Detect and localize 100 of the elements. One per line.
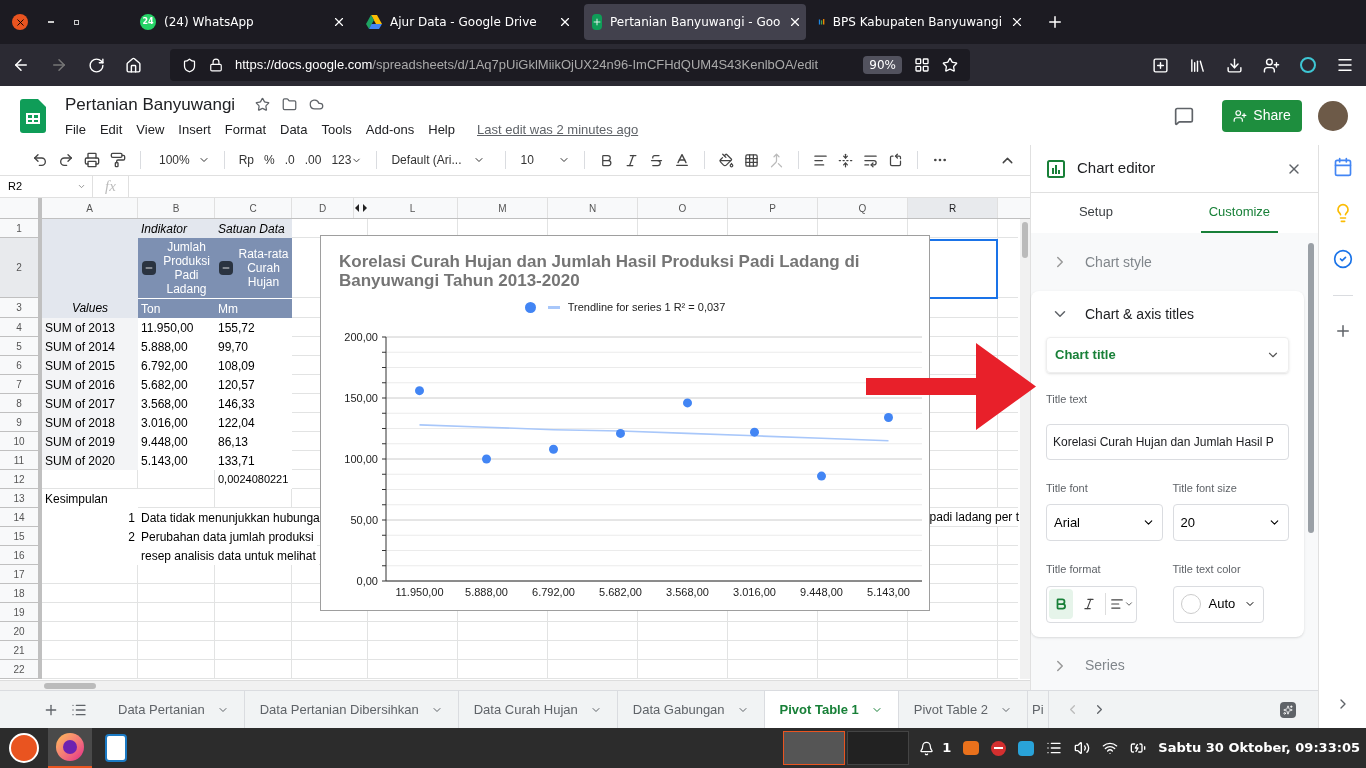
table-cell[interactable]: 99,70 <box>215 337 292 356</box>
download-icon[interactable] <box>1226 56 1243 74</box>
table-cell[interactable]: 5.682,00 <box>138 375 215 394</box>
star-icon[interactable] <box>255 97 271 113</box>
cloud-icon[interactable] <box>309 97 325 113</box>
section-header[interactable]: Chart & axis titles <box>1031 291 1304 337</box>
table-cell[interactable]: 3.016,00 <box>138 413 215 432</box>
row-header[interactable]: 5 <box>0 337 42 356</box>
last-edit-link[interactable]: Last edit was 2 minutes ago <box>477 119 639 139</box>
row-header[interactable]: 20 <box>0 622 42 641</box>
table-cell[interactable]: Data tidak menunjukkan hubunga <box>138 508 323 527</box>
column-header[interactable]: R <box>908 198 998 218</box>
currency-button[interactable]: Rp <box>238 151 255 169</box>
row-header[interactable]: 3 <box>0 298 42 318</box>
paint-format-icon[interactable] <box>110 152 126 168</box>
scrollbar-thumb[interactable] <box>1022 222 1028 258</box>
title-target-dropdown[interactable]: Chart title <box>1046 337 1289 373</box>
table-cell[interactable]: 5.888,00 <box>138 337 215 356</box>
table-cell[interactable]: 3.568,00 <box>138 394 215 413</box>
color-dropdown[interactable]: Auto <box>1172 585 1264 623</box>
table-cell[interactable]: Values <box>42 298 138 318</box>
table-cell[interactable]: 1 <box>42 508 138 527</box>
column-header[interactable]: M <box>458 198 548 218</box>
table-cell[interactable]: 5.143,00 <box>138 451 215 470</box>
text-color-icon[interactable] <box>674 152 691 168</box>
font-dropdown[interactable]: Default (Ari... <box>391 151 492 169</box>
row-header[interactable]: 13 <box>0 489 42 508</box>
browser-tab[interactable]: 24 (24) WhatsApp <box>132 4 354 40</box>
row-header[interactable]: 15 <box>0 527 42 546</box>
sheet-tab[interactable]: Pivot Table 1 <box>764 691 899 728</box>
explore-button[interactable] <box>1280 701 1296 718</box>
menu-item[interactable]: Data <box>280 119 308 139</box>
row-header[interactable]: 6 <box>0 356 42 375</box>
row-header[interactable]: 2 <box>0 238 42 298</box>
library-icon[interactable] <box>1189 56 1206 74</box>
menu-item[interactable]: Help <box>428 119 455 139</box>
clock[interactable]: Sabtu 30 Oktober, 09:33:05 <box>1158 738 1360 758</box>
column-header[interactable]: A <box>42 198 138 218</box>
extension-icon[interactable] <box>1300 57 1316 73</box>
table-cell[interactable]: 11.950,00 <box>138 318 215 337</box>
browser-tab[interactable]: BPS Kabupaten Banyuwangi <box>810 4 1032 40</box>
chart-card[interactable] <box>320 235 930 611</box>
table-cell[interactable]: 120,57 <box>215 375 292 394</box>
menu-item[interactable]: View <box>136 119 165 139</box>
home-icon[interactable] <box>125 56 142 74</box>
font-size-dropdown[interactable]: 20 <box>1172 504 1289 541</box>
row-header[interactable]: 7 <box>0 375 42 394</box>
list-icon[interactable] <box>1046 740 1063 756</box>
column-header[interactable]: B <box>138 198 215 218</box>
rotate-icon[interactable] <box>888 152 904 168</box>
table-cell[interactable]: 146,33 <box>215 394 292 413</box>
zoom-badge[interactable]: 90% <box>863 56 902 74</box>
calendar-icon[interactable] <box>1332 157 1353 177</box>
editor-tab[interactable]: Setup <box>1070 193 1121 233</box>
close-button[interactable] <box>12 14 28 30</box>
font-dropdown[interactable]: Arial <box>1046 504 1163 541</box>
column-header[interactable]: N <box>548 198 638 218</box>
sheets-logo[interactable] <box>20 98 46 133</box>
table-cell[interactable]: Kesimpulan <box>42 489 138 508</box>
row-header[interactable]: 21 <box>0 641 42 660</box>
cast-icon[interactable] <box>963 741 980 755</box>
scrollbar-thumb[interactable] <box>44 683 96 689</box>
vertical-align-icon[interactable] <box>838 152 854 168</box>
table-cell[interactable]: 0,0024080221 <box>215 470 292 489</box>
row-header[interactable]: 19 <box>0 603 42 622</box>
table-cell[interactable]: 9.448,00 <box>138 432 215 451</box>
row-header[interactable]: 11 <box>0 451 42 470</box>
bookmark-icon[interactable] <box>942 57 958 73</box>
italic-icon[interactable] <box>624 152 640 168</box>
section-header[interactable]: Chart style <box>1031 239 1304 285</box>
folder-icon[interactable] <box>282 97 298 113</box>
avatar[interactable] <box>1318 100 1348 131</box>
cell-reference[interactable]: R2 <box>0 178 92 195</box>
row-header[interactable]: 16 <box>0 546 42 565</box>
table-cell[interactable]: Indikator <box>138 219 215 238</box>
title-text-field[interactable]: Korelasi Curah Hujan dan Jumlah Hasil P <box>1046 423 1289 460</box>
browser-tab[interactable]: Ajur Data - Google Drive <box>358 4 580 40</box>
table-cell[interactable]: 108,09 <box>215 356 292 375</box>
table-cell[interactable]: 155,72 <box>215 318 292 337</box>
collapse-button[interactable] <box>219 261 233 275</box>
table-cell[interactable]: 133,71 <box>215 451 292 470</box>
increase-decimal-button[interactable]: .00 <box>304 151 322 169</box>
blocked-icon[interactable] <box>991 740 1007 756</box>
wifi-icon[interactable] <box>1102 740 1119 756</box>
table-cell[interactable]: SUM of 2018 <box>42 413 138 432</box>
share-button[interactable]: Share <box>1222 99 1302 132</box>
column-header[interactable]: L <box>368 198 458 218</box>
row-header[interactable]: 22 <box>0 660 42 679</box>
table-cell[interactable]: SUM of 2020 <box>42 451 138 470</box>
table-cell[interactable]: resep analisis data untuk melihat <box>138 546 319 565</box>
row-header[interactable]: 8 <box>0 394 42 413</box>
align-dropdown[interactable] <box>1110 597 1134 611</box>
table-cell[interactable]: 2 <box>42 527 138 546</box>
print-icon[interactable] <box>84 152 100 168</box>
menu-item[interactable]: Tools <box>321 119 352 139</box>
table-cell[interactable]: SUM of 2019 <box>42 432 138 451</box>
column-header[interactable]: D <box>292 198 354 218</box>
column-header[interactable]: O <box>638 198 728 218</box>
number-format-dropdown[interactable]: 123 <box>331 151 363 169</box>
browser-tab[interactable]: Pertanian Banyuwangi - Goo <box>584 4 806 40</box>
